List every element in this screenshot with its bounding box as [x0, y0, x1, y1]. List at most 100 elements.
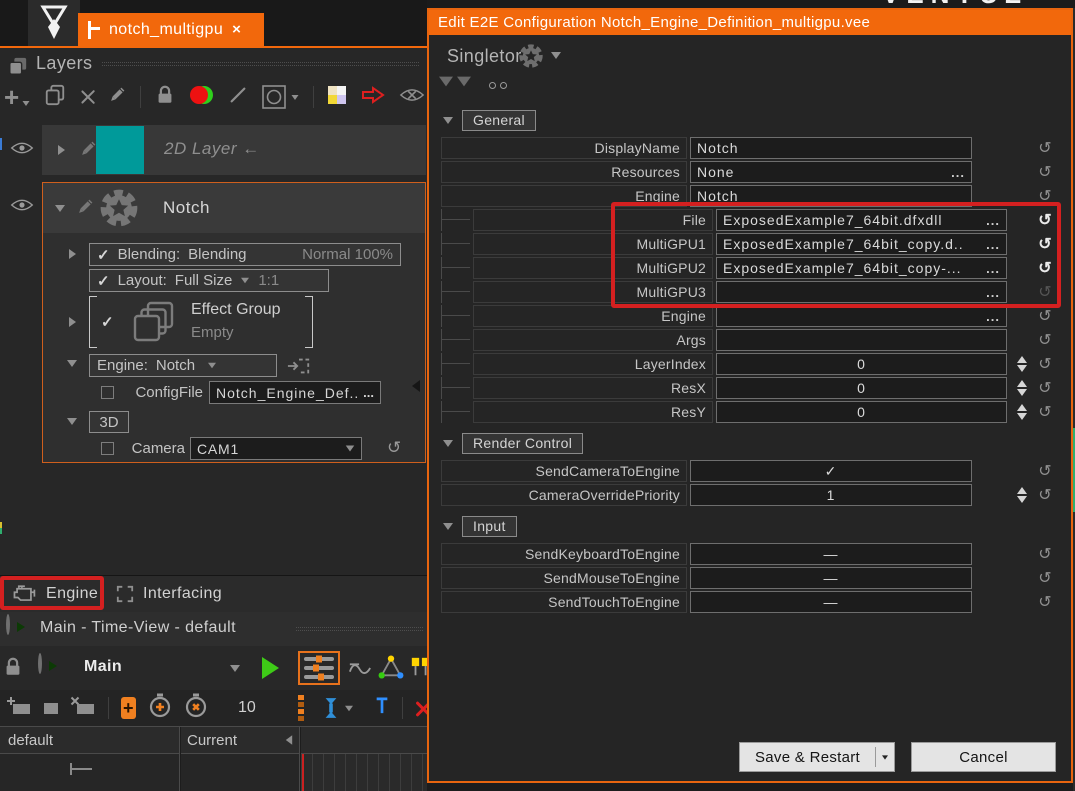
- collapse-layer-icon[interactable]: [55, 205, 65, 212]
- lock-icon[interactable]: [2, 656, 24, 683]
- keyframe-editor-button[interactable]: [298, 651, 340, 685]
- property-field[interactable]: ExposedExample7_64bit.dfxdll...: [716, 209, 1007, 231]
- blending-property[interactable]: ✓ Blending: Blending Normal 100%: [89, 243, 401, 266]
- type-dropdown-icon[interactable]: [551, 52, 561, 59]
- layer-name[interactable]: Notch: [163, 198, 210, 218]
- ventuz-logo[interactable]: [28, 0, 80, 46]
- track-play-icon[interactable]: [38, 653, 42, 674]
- configfile-field[interactable]: Notch_Engine_Def... ...: [209, 381, 381, 404]
- visibility-eye-icon[interactable]: [10, 140, 34, 161]
- property-value[interactable]: ExposedExample7_64bit_copy.d..: [723, 236, 980, 252]
- group-3d[interactable]: 3D: [89, 411, 129, 433]
- browse-ellipsis-button[interactable]: ...: [363, 385, 374, 400]
- dialog-title-bar[interactable]: Edit E2E Configuration Notch_Engine_Defi…: [429, 10, 1071, 35]
- reset-icon[interactable]: ↺: [1035, 354, 1055, 374]
- property-value[interactable]: Notch: [697, 140, 965, 156]
- live-state-icon[interactable]: [189, 84, 215, 111]
- tab-interfacing[interactable]: Interfacing: [116, 579, 222, 609]
- spinner-control[interactable]: [1014, 377, 1029, 399]
- camera-dropdown-icon[interactable]: [346, 446, 355, 452]
- timeline-default-lane[interactable]: [0, 753, 180, 791]
- tab-engine[interactable]: Engine: [2, 579, 102, 609]
- effect-group[interactable]: ✓ Effect Group Empty: [89, 296, 313, 348]
- engine-value[interactable]: Notch: [156, 357, 195, 374]
- layer-row-2d[interactable]: 2D Layer ←: [0, 125, 427, 175]
- track-name[interactable]: Main: [84, 658, 122, 676]
- add-timer-button[interactable]: [148, 693, 172, 724]
- layout-checkbox[interactable]: ✓: [97, 272, 110, 290]
- property-field[interactable]: ✓: [690, 460, 972, 482]
- add-layer-dropdown-icon[interactable]: [23, 101, 30, 106]
- clip-bars-button[interactable]: [410, 654, 427, 685]
- shape-mode-button[interactable]: [261, 84, 300, 110]
- add-keyframe-button[interactable]: +: [121, 697, 136, 719]
- blending-mode[interactable]: Normal 100%: [302, 246, 393, 263]
- property-field[interactable]: —: [690, 567, 972, 589]
- edit-layer-icon[interactable]: [78, 139, 98, 164]
- time-pin-button[interactable]: [374, 694, 390, 723]
- reset-icon[interactable]: ↺: [1035, 138, 1055, 158]
- engine-link-icon[interactable]: [287, 355, 311, 382]
- spinner-control[interactable]: [1014, 401, 1029, 423]
- blending-expand-icon[interactable]: [69, 249, 76, 259]
- reset-icon[interactable]: ↺: [1035, 485, 1055, 505]
- property-field[interactable]: ...: [716, 305, 1007, 327]
- blending-checkbox[interactable]: ✓: [97, 246, 110, 264]
- property-field[interactable]: [716, 329, 1007, 351]
- layer-group-notch[interactable]: Notch ✓ Blending: Blending Normal 100% ✓…: [42, 182, 426, 463]
- property-value[interactable]: ✓: [697, 463, 965, 480]
- property-value[interactable]: —: [697, 594, 965, 610]
- reset-icon[interactable]: ↺: [1035, 461, 1055, 481]
- save-restart-button[interactable]: Save & Restart: [739, 742, 895, 772]
- duration-value[interactable]: 10: [238, 699, 256, 717]
- browse-ellipsis-button[interactable]: ...: [951, 165, 965, 180]
- reset-icon[interactable]: ↺: [1035, 544, 1055, 564]
- timeline-ruler[interactable]: [301, 727, 427, 753]
- property-field[interactable]: Notch: [690, 185, 972, 207]
- delete-timer-button[interactable]: [184, 693, 208, 724]
- scroll-up-chevron-icon[interactable]: [439, 77, 453, 87]
- property-field[interactable]: ExposedExample7_64bit_copy-......: [716, 257, 1007, 279]
- duplicate-layer-button[interactable]: [44, 84, 66, 111]
- edit-layer-icon[interactable]: [75, 197, 95, 222]
- property-value[interactable]: Notch: [697, 188, 965, 204]
- engine-collapse-icon[interactable]: [67, 360, 77, 367]
- effect-group-value[interactable]: Empty: [191, 324, 234, 341]
- keyframe-mode-dropdown-icon[interactable]: [345, 705, 353, 711]
- property-field[interactable]: None...: [690, 161, 972, 183]
- section-collapse-icon[interactable]: [443, 523, 453, 530]
- reset-icon[interactable]: ↺: [1035, 568, 1055, 588]
- camera-checkbox[interactable]: [101, 442, 114, 455]
- timeview-play-icon[interactable]: [6, 614, 10, 635]
- expand-layer-icon[interactable]: [58, 145, 65, 155]
- track-dropdown-icon[interactable]: [230, 665, 240, 672]
- cancel-button[interactable]: Cancel: [911, 742, 1056, 772]
- reset-icon[interactable]: ↺: [1035, 186, 1055, 206]
- delete-track-button[interactable]: [70, 696, 96, 721]
- browse-ellipsis-button[interactable]: ...: [986, 261, 1000, 276]
- property-field[interactable]: —: [690, 543, 972, 565]
- timeline-track-area[interactable]: [301, 753, 427, 791]
- layer-color-swatch[interactable]: [96, 126, 144, 174]
- hide-layer-button[interactable]: [399, 86, 425, 109]
- color-palette-button[interactable]: [327, 85, 347, 110]
- property-field[interactable]: ExposedExample7_64bit_copy.d.....: [716, 233, 1007, 255]
- reset-icon[interactable]: ↺: [1035, 306, 1055, 326]
- reset-icon[interactable]: ↺: [1035, 592, 1055, 612]
- engine-dropdown-icon[interactable]: [208, 363, 216, 369]
- property-value[interactable]: 1: [697, 487, 965, 503]
- tab-close-icon[interactable]: ×: [232, 21, 241, 38]
- layout-value[interactable]: Full Size: [175, 272, 233, 289]
- track-button[interactable]: [44, 703, 58, 714]
- group-3d-collapse-icon[interactable]: [67, 418, 77, 425]
- reset-icon[interactable]: ↺: [1035, 234, 1055, 254]
- browse-ellipsis-button[interactable]: ...: [986, 237, 1000, 252]
- reset-icon[interactable]: ↺: [1035, 162, 1055, 182]
- configfile-value[interactable]: Notch_Engine_Def...: [216, 385, 359, 401]
- delete-layer-button[interactable]: [79, 88, 94, 106]
- property-field[interactable]: 0: [716, 377, 1007, 399]
- add-layer-button[interactable]: +: [4, 87, 31, 107]
- collapse-column-icon[interactable]: [286, 735, 292, 745]
- property-field[interactable]: —: [690, 591, 972, 613]
- effect-group-checkbox[interactable]: ✓: [101, 313, 114, 331]
